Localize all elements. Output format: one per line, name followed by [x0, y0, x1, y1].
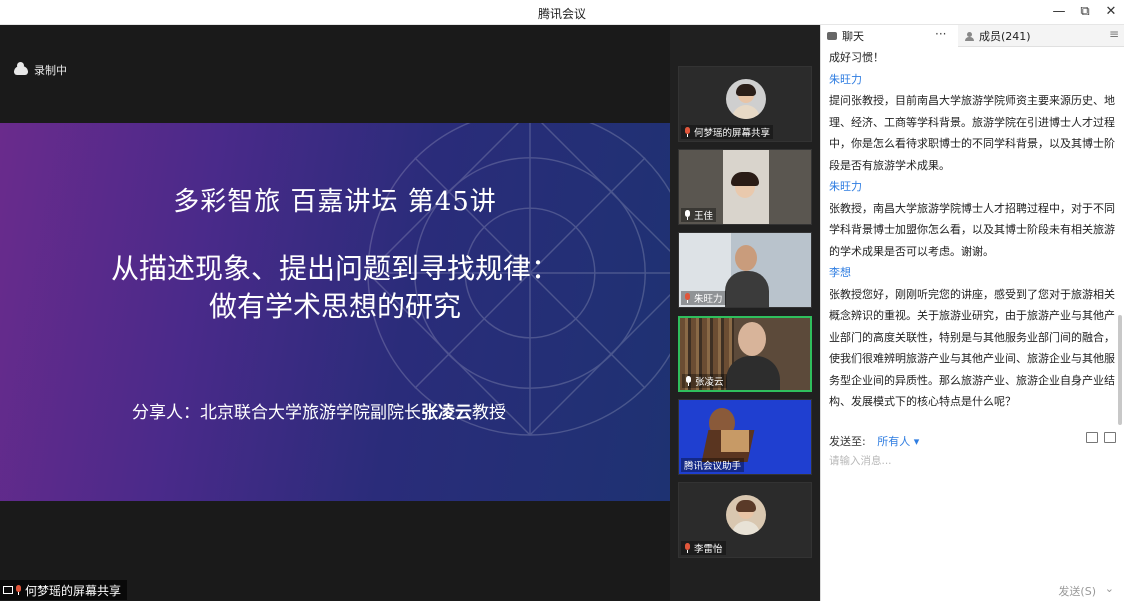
message-sender: 朱旺力: [829, 180, 862, 193]
person-body: [726, 356, 780, 390]
chat-message-partial: 成好习惯！: [829, 51, 884, 64]
tab-members[interactable]: 成员(241): [961, 25, 1091, 47]
participant-label: 李雷怡: [681, 541, 726, 555]
send-options-icon[interactable]: ⌄: [1105, 582, 1114, 595]
mic-muted-icon: [684, 293, 691, 303]
tab-chat-label: 聊天: [842, 30, 864, 43]
send-to-label: 发送至:: [829, 435, 866, 448]
participant-tile[interactable]: 腾讯会议助手: [678, 399, 812, 475]
message-sender: 朱旺力: [829, 72, 862, 86]
participant-video-list: 何梦瑶的屏幕共享 王佳 朱旺力 张凌云 腾讯会议助手 李雷怡: [670, 25, 820, 601]
participant-label: 何梦瑶的屏幕共享: [681, 125, 774, 139]
screen-share-icon: [3, 586, 13, 594]
mic-muted-icon: [15, 585, 22, 595]
assistant-figure-box: [721, 430, 749, 452]
window-title: 腾讯会议: [537, 7, 586, 21]
panel-menu-icon[interactable]: ≡: [1109, 27, 1119, 41]
shared-slide: 多彩智旅 百嘉讲坛 第45讲 从描述现象、提出问题到寻找规律： 做有学术思想的研…: [0, 123, 670, 501]
participant-name: 张凌云: [695, 377, 724, 388]
slide-speaker-suffix: 教授: [472, 403, 506, 423]
participant-name: 王佳: [694, 211, 714, 222]
chat-panel: 聊天 ··· 成员(241) ≡ 成好习惯！ 朱旺力 提问张教授，目前南昌大学旅…: [820, 25, 1124, 601]
person-body: [725, 271, 769, 307]
participant-name: 何梦瑶的屏幕共享: [694, 128, 771, 139]
chat-tools: [1086, 432, 1116, 443]
minimize-button[interactable]: —: [1048, 3, 1070, 21]
mic-muted-icon: [684, 127, 691, 137]
slide-speaker: 分享人：北京联合大学旅游学院副院长张凌云教授: [132, 398, 506, 423]
send-to: 发送至: 所有人 ▾: [829, 433, 919, 449]
avatar: [726, 495, 766, 535]
participant-name: 腾讯会议助手: [684, 461, 742, 472]
tab-members-label: 成员(241): [979, 30, 1031, 43]
slide-speaker-prefix: 分享人：北京联合大学旅游学院副院长: [132, 403, 421, 423]
participant-label: 腾讯会议助手: [681, 458, 745, 472]
participant-tile[interactable]: 何梦瑶的屏幕共享: [678, 66, 812, 142]
screen-share-text: 何梦瑶的屏幕共享: [25, 583, 122, 598]
close-button[interactable]: ✕: [1100, 3, 1122, 21]
participant-tile[interactable]: 王佳: [678, 149, 812, 225]
participant-label: 张凌云: [682, 374, 727, 388]
slide-main-title-2: 做有学术思想的研究: [208, 290, 461, 323]
person-face: [738, 322, 766, 356]
participant-label: 朱旺力: [681, 291, 726, 305]
message-text: 张教授您好，刚刚听完您的讲座，感受到了您对于旅游相关概念辨识的重视。关于旅游业研…: [829, 287, 1115, 409]
message-text: 提问张教授，目前南昌大学旅游学院师资主要来源历史、地理、经济、工商等学科背景。旅…: [829, 94, 1115, 172]
more-options-icon[interactable]: ···: [935, 27, 946, 41]
message-sender: 李想: [829, 266, 851, 279]
chat-tabs: 聊天 ··· 成员(241) ≡: [821, 25, 1124, 47]
participant-tile[interactable]: 朱旺力: [678, 232, 812, 308]
title-bar: 腾讯会议 — ⧉ ✕: [0, 0, 1124, 25]
chat-scrollbar[interactable]: [1118, 315, 1122, 425]
message-text: 张教授，南昌大学旅游学院博士人才招聘过程中，对于不同学科背景博士加盟你怎么看，以…: [829, 201, 1115, 258]
person-hair: [731, 172, 759, 186]
slide-series-title: 多彩智旅 百嘉讲坛 第45讲: [173, 187, 497, 217]
chat-bubble-icon: [827, 32, 837, 40]
screen-share-label: 何梦瑶的屏幕共享: [0, 580, 128, 600]
slide-speaker-name: 张凌云: [421, 403, 472, 423]
participant-name: 李雷怡: [694, 544, 723, 555]
cloud-record-icon: [14, 61, 28, 75]
chat-message-list[interactable]: 成好习惯！ 朱旺力 提问张教授，目前南昌大学旅游学院师资主要来源历史、地理、经济…: [829, 47, 1119, 435]
participant-label: 王佳: [681, 208, 717, 222]
mic-icon: [685, 376, 692, 386]
recording-label: 录制中: [34, 64, 67, 77]
avatar: [726, 79, 766, 119]
members-icon: [965, 31, 974, 41]
chat-input[interactable]: 请输入消息...: [829, 453, 892, 468]
file-icon[interactable]: [1086, 432, 1098, 443]
restore-button[interactable]: ⧉: [1074, 3, 1096, 21]
main-video-stage: 录制中 多彩智旅 百嘉讲坛 第45讲 从描述现象、提出问题到寻找规律： 做有学术…: [0, 25, 670, 601]
send-to-select[interactable]: 所有人 ▾: [877, 435, 919, 448]
recording-indicator[interactable]: 录制中: [14, 61, 67, 78]
participant-tile-active-speaker[interactable]: 张凌云: [678, 316, 812, 392]
person-face: [735, 245, 757, 271]
participant-name: 朱旺力: [694, 294, 723, 305]
participant-tile[interactable]: 李雷怡: [678, 482, 812, 558]
mic-icon: [684, 210, 691, 220]
screenshot-icon[interactable]: [1104, 432, 1116, 443]
tab-chat[interactable]: 聊天 ···: [821, 25, 958, 47]
send-button[interactable]: 发送(S): [1058, 583, 1096, 599]
slide-main-title-1: 从描述现象、提出问题到寻找规律：: [110, 252, 559, 285]
mic-muted-icon: [684, 543, 691, 553]
